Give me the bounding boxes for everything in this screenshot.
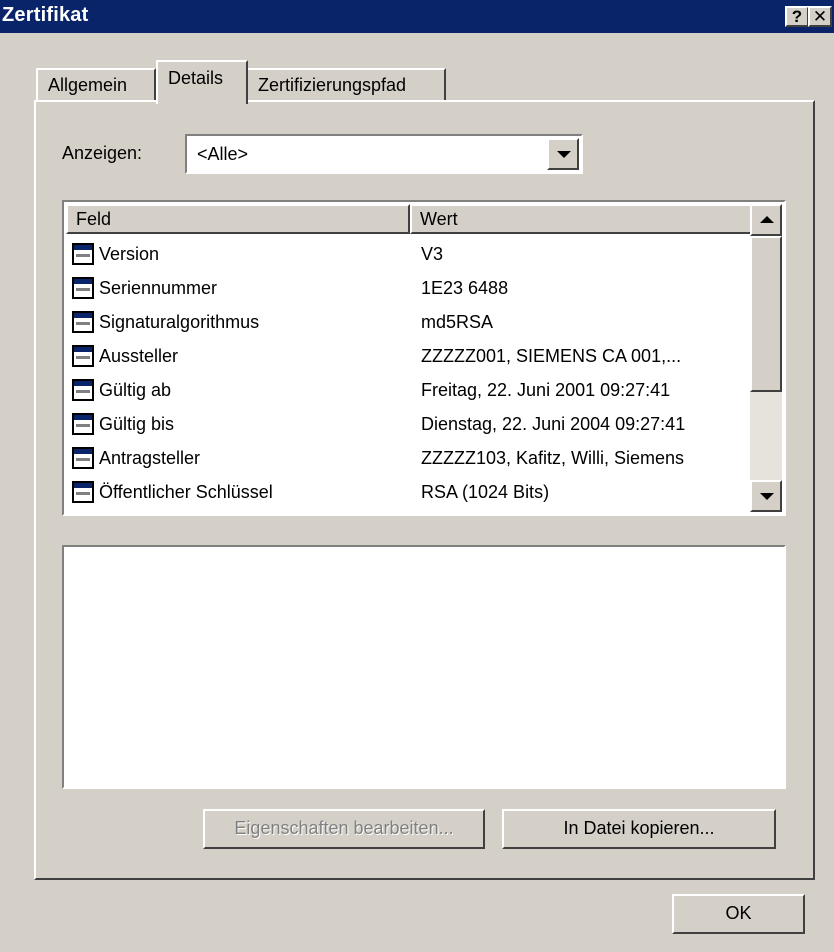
field-value: V3 bbox=[421, 244, 444, 264]
close-button[interactable]: ✕ bbox=[808, 6, 832, 27]
field-rows: Version V3 Seriennummer 1E23 6488 Signat… bbox=[66, 238, 756, 510]
field-icon bbox=[72, 379, 94, 401]
tab-zertifizierungspfad[interactable]: Zertifizierungspfad bbox=[246, 68, 446, 100]
field-name: Seriennummer bbox=[99, 278, 218, 298]
scroll-thumb[interactable] bbox=[750, 236, 782, 392]
field-name: Gültig ab bbox=[99, 380, 172, 400]
chevron-down-icon bbox=[760, 493, 774, 500]
list-row[interactable]: Signaturalgorithmus md5RSA bbox=[66, 306, 756, 340]
field-value: 1E23 6488 bbox=[421, 278, 509, 298]
certificate-dialog: Zertifikat ? ✕ Allgemein Details Zertifi… bbox=[0, 0, 834, 952]
show-dropdown[interactable]: <Alle> bbox=[185, 134, 583, 174]
dropdown-button[interactable] bbox=[547, 138, 579, 170]
field-icon bbox=[72, 243, 94, 265]
field-icon bbox=[72, 277, 94, 299]
field-icon bbox=[72, 481, 94, 503]
field-name: Version bbox=[99, 244, 160, 264]
field-name: Öffentlicher Schlüssel bbox=[99, 482, 273, 502]
field-name: Aussteller bbox=[99, 346, 179, 366]
show-dropdown-value: <Alle> bbox=[197, 144, 249, 164]
field-value: Freitag, 22. Juni 2001 09:27:41 bbox=[421, 380, 671, 400]
tab-allgemein[interactable]: Allgemein bbox=[36, 68, 156, 100]
list-row[interactable]: Gültig ab Freitag, 22. Juni 2001 09:27:4… bbox=[66, 374, 756, 408]
field-value: RSA (1024 Bits) bbox=[421, 482, 550, 502]
ok-button[interactable]: OK bbox=[672, 894, 805, 934]
list-row[interactable]: Öffentlicher Schlüssel RSA (1024 Bits) bbox=[66, 476, 756, 510]
column-header-field[interactable]: Feld bbox=[66, 204, 410, 234]
field-detail-textbox[interactable] bbox=[62, 545, 786, 789]
field-name: Signaturalgorithmus bbox=[99, 312, 260, 332]
vertical-scrollbar[interactable] bbox=[750, 204, 782, 512]
field-icon bbox=[72, 345, 94, 367]
list-row[interactable]: Version V3 bbox=[66, 238, 756, 272]
chevron-up-icon bbox=[760, 216, 774, 223]
title-bar[interactable]: Zertifikat ? ✕ bbox=[0, 0, 834, 33]
show-label: Anzeigen: bbox=[62, 143, 143, 163]
help-button[interactable]: ? bbox=[785, 6, 809, 27]
field-name: Antragsteller bbox=[99, 448, 201, 468]
scroll-down-button[interactable] bbox=[750, 480, 782, 512]
field-value: Dienstag, 22. Juni 2004 09:27:41 bbox=[421, 414, 686, 434]
column-header-value[interactable]: Wert bbox=[410, 204, 756, 234]
list-row[interactable]: Seriennummer 1E23 6488 bbox=[66, 272, 756, 306]
scroll-up-button[interactable] bbox=[750, 204, 782, 236]
field-icon bbox=[72, 447, 94, 469]
field-name: Gültig bis bbox=[99, 414, 175, 434]
list-row[interactable]: Antragsteller ZZZZZ103, Kafitz, Willi, S… bbox=[66, 442, 756, 476]
window-title: Zertifikat bbox=[2, 4, 89, 26]
list-row[interactable]: Aussteller ZZZZZ001, SIEMENS CA 001,... bbox=[66, 340, 756, 374]
list-row[interactable]: Gültig bis Dienstag, 22. Juni 2004 09:27… bbox=[66, 408, 756, 442]
field-icon bbox=[72, 311, 94, 333]
field-icon bbox=[72, 413, 94, 435]
copy-to-file-button[interactable]: In Datei kopieren... bbox=[502, 809, 776, 849]
field-list[interactable]: Feld Wert Version V3 Seriennummer 1E23 6… bbox=[62, 200, 786, 516]
field-value: ZZZZZ001, SIEMENS CA 001,... bbox=[421, 346, 682, 366]
field-value: ZZZZZ103, Kafitz, Willi, Siemens bbox=[421, 448, 685, 468]
edit-properties-button[interactable]: Eigenschaften bearbeiten... bbox=[203, 809, 485, 849]
tab-details[interactable]: Details bbox=[156, 60, 248, 104]
chevron-down-icon bbox=[557, 151, 571, 158]
field-value: md5RSA bbox=[421, 312, 494, 332]
